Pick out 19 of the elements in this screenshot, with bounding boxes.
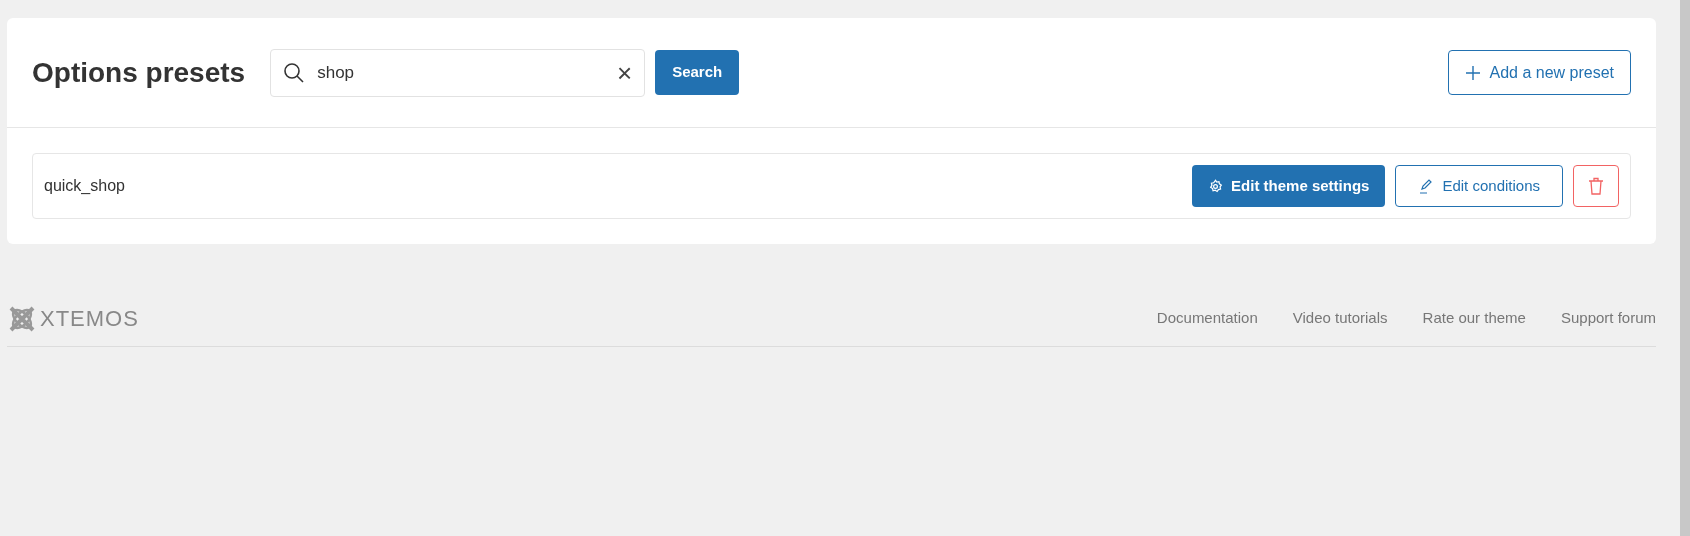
page-title: Options presets (32, 55, 246, 90)
footer-link[interactable]: Support forum (1560, 307, 1656, 330)
trash-icon (1588, 177, 1604, 195)
edit-settings-button[interactable]: Edit theme settings (1192, 165, 1386, 207)
add-preset-button[interactable]: Add a new preset (1448, 50, 1631, 95)
preset-name: quick_shop (44, 176, 125, 196)
edit-conditions-button[interactable]: Edit conditions (1395, 165, 1563, 207)
footer-link[interactable]: Documentation (1156, 307, 1258, 330)
search-icon (283, 61, 306, 84)
plus-icon (1465, 64, 1482, 81)
clear-button[interactable]: × (617, 59, 633, 86)
search-field[interactable]: shop × (270, 48, 646, 97)
delete-button[interactable] (1573, 165, 1619, 207)
logo-text: XTEMOS (40, 305, 139, 333)
gear-icon (1208, 178, 1224, 194)
scrollbar[interactable] (1680, 0, 1690, 536)
footer-link[interactable]: Video tutorials (1292, 307, 1388, 330)
search-button[interactable]: Search (655, 50, 740, 95)
footer-link[interactable]: Rate our theme (1422, 307, 1526, 330)
